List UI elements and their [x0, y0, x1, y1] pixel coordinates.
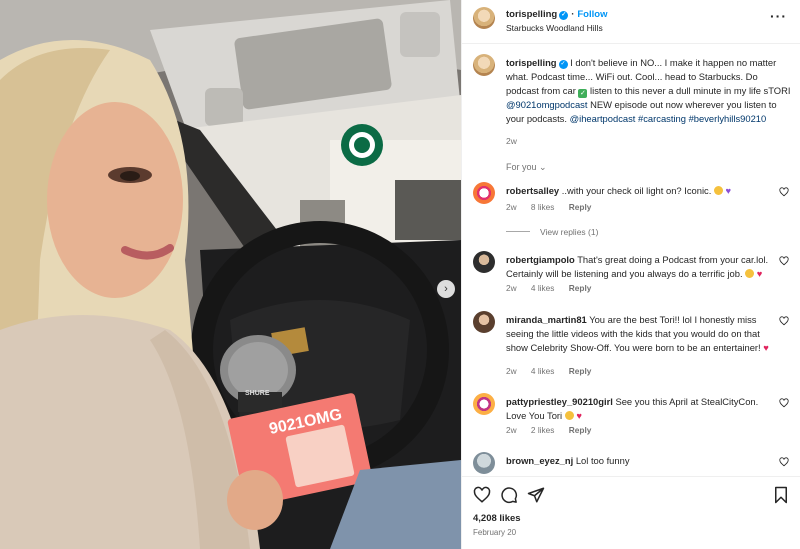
- like-comment-heart-icon[interactable]: [779, 256, 789, 266]
- caption-text-part-2: listen to this never a dull minute in my…: [590, 85, 791, 96]
- mention-9021omgpodcast[interactable]: @9021omgpodcast: [506, 99, 587, 110]
- post-date: February 20: [473, 528, 517, 537]
- comment-likes[interactable]: 8 likes: [531, 202, 555, 212]
- check-mark-icon: ✓: [578, 89, 588, 98]
- comment-time: 2w: [506, 202, 517, 212]
- mention-iheartpodcast[interactable]: @iheartpodcast: [570, 113, 636, 124]
- reply-button[interactable]: Reply: [569, 425, 592, 435]
- post-actions: 4,208 likes February 20: [462, 476, 800, 549]
- post-photo[interactable]: 9021OMG SHURE ›: [0, 0, 461, 549]
- face-emoji-icon: [713, 186, 723, 195]
- next-photo-button[interactable]: ›: [437, 280, 455, 298]
- hashtag-carcasting[interactable]: #carcasting: [638, 113, 686, 124]
- verified-badge-icon: ✓: [558, 60, 568, 69]
- comment-time: 2w: [506, 425, 517, 435]
- comment-text: robertsalley ..with your check oil light…: [506, 184, 776, 198]
- commenter-avatar[interactable]: [473, 311, 495, 333]
- author-line: torispelling ✓ · Follow: [506, 9, 607, 20]
- post-header: torispelling ✓ · Follow Starbucks Woodland …: [462, 0, 800, 44]
- comment-meta: 2w 4 likes Reply: [506, 366, 603, 376]
- comment-likes[interactable]: 4 likes: [531, 283, 555, 293]
- caption-timestamp: 2w: [506, 136, 517, 146]
- commenter-username[interactable]: robertgiampolo: [506, 254, 575, 265]
- heart-eyes-emoji-icon: [564, 411, 574, 420]
- share-send-icon[interactable]: [527, 486, 545, 504]
- post-image: 9021OMG SHURE: [0, 0, 461, 549]
- commenter-avatar[interactable]: [473, 452, 495, 474]
- reply-button[interactable]: Reply: [569, 366, 592, 376]
- commenter-avatar[interactable]: [473, 393, 495, 415]
- like-comment-heart-icon[interactable]: [779, 187, 789, 197]
- more-options-icon[interactable]: ···: [770, 8, 787, 24]
- comment-item: brown_eyez_nj Lol too funny: [462, 452, 800, 476]
- verified-badge-icon: ✓: [559, 11, 569, 20]
- comment-sort-dropdown[interactable]: For you ⌄: [506, 162, 547, 173]
- caption-username[interactable]: torispelling: [506, 57, 557, 68]
- commenter-username[interactable]: miranda_martin81: [506, 314, 587, 325]
- author-avatar[interactable]: [473, 7, 495, 29]
- comment-text: brown_eyez_nj Lol too funny: [506, 454, 776, 468]
- comment-text: robertgiampolo That's great doing a Podc…: [506, 253, 776, 281]
- comment-text: miranda_martin81 You are the best Tori!!…: [506, 313, 776, 355]
- like-comment-heart-icon[interactable]: [779, 398, 789, 408]
- pink-heart-icon: ♥: [763, 342, 769, 353]
- purple-heart-icon: ♥: [725, 185, 732, 196]
- red-heart-icon: ♥: [756, 268, 763, 279]
- author-username[interactable]: torispelling: [506, 9, 557, 20]
- comment-likes[interactable]: 2 likes: [531, 425, 555, 435]
- reply-button[interactable]: Reply: [569, 283, 592, 293]
- comment-time: 2w: [506, 366, 517, 376]
- face-emoji-icon: [745, 269, 755, 278]
- comment-bubble-icon[interactable]: [500, 486, 518, 504]
- commenter-username[interactable]: brown_eyez_nj: [506, 455, 573, 466]
- commenter-avatar[interactable]: [473, 251, 495, 273]
- chevron-down-icon: ⌄: [539, 162, 547, 172]
- post-location[interactable]: Starbucks Woodland Hills: [506, 23, 603, 33]
- comment-sort-label: For you: [506, 162, 537, 172]
- hashtag-beverlyhills90210[interactable]: #beverlyhills90210: [689, 113, 767, 124]
- commenter-username[interactable]: robertsalley: [506, 185, 559, 196]
- caption-avatar[interactable]: [473, 54, 495, 76]
- comment-meta: 2w 2 likes Reply: [506, 425, 603, 435]
- post-side-panel: torispelling ✓ · Follow Starbucks Woodland …: [461, 0, 800, 549]
- separator-dot: ·: [571, 9, 575, 20]
- comment-body: ..with your check oil light on? Iconic.: [561, 185, 712, 196]
- commenter-username[interactable]: pattypriestley_90210girl: [506, 396, 613, 407]
- comment-body: Lol too funny: [575, 455, 630, 466]
- post-likes-count[interactable]: 4,208 likes: [473, 513, 521, 524]
- commenter-avatar[interactable]: [473, 182, 495, 204]
- comment-time: 2w: [506, 283, 517, 293]
- mic-brand-text: SHURE: [245, 390, 270, 397]
- view-replies-button[interactable]: View replies (1): [506, 227, 598, 237]
- like-comment-heart-icon[interactable]: [779, 316, 789, 326]
- comment-likes[interactable]: 4 likes: [531, 366, 555, 376]
- caption-text: torispelling ✓ I don't believe in NO... I…: [506, 56, 791, 126]
- comment-meta: 2w 4 likes Reply: [506, 283, 603, 293]
- like-comment-heart-icon[interactable]: [779, 457, 789, 467]
- reply-button[interactable]: Reply: [569, 202, 592, 212]
- like-heart-icon[interactable]: [473, 486, 491, 504]
- red-heart-icon: ♥: [576, 410, 582, 421]
- bookmark-save-icon[interactable]: [772, 486, 790, 504]
- follow-button[interactable]: Follow: [577, 9, 607, 20]
- comment-meta: 2w 8 likes Reply: [506, 202, 603, 212]
- comment-text: pattypriestley_90210girl See you this Ap…: [506, 395, 776, 423]
